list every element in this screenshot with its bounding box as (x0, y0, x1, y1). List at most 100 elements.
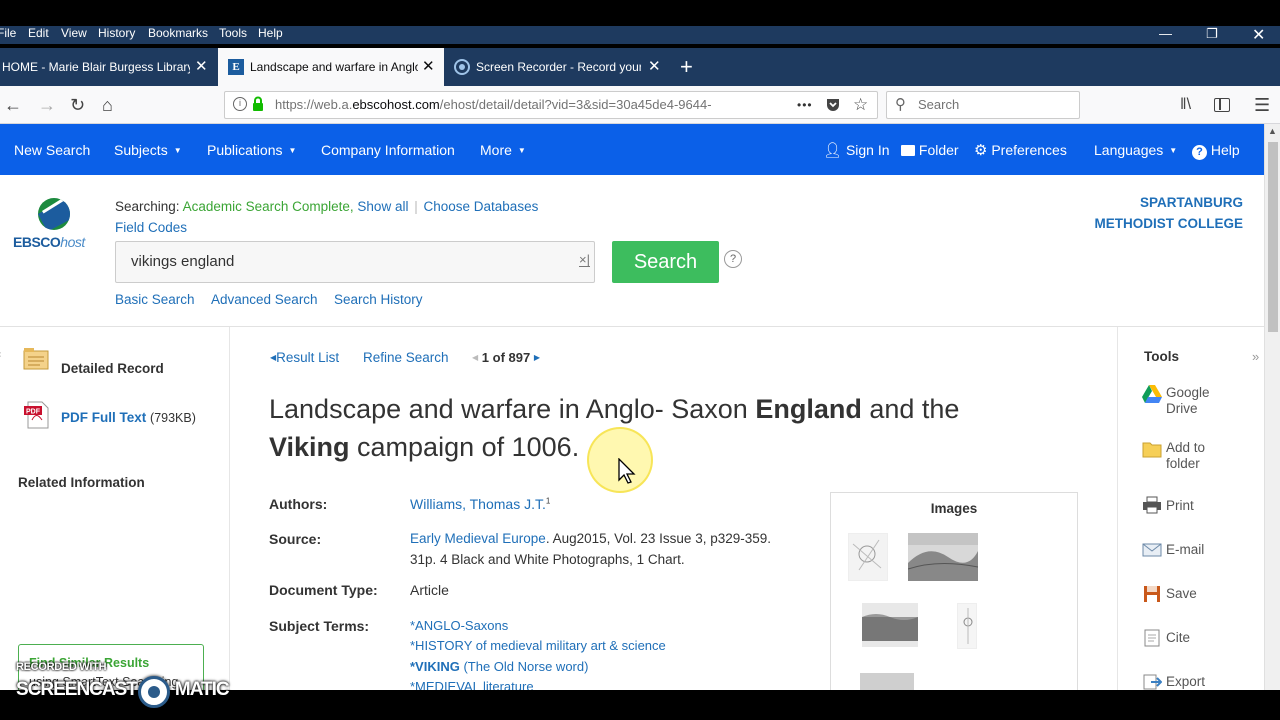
field-codes-link[interactable]: Field Codes (115, 220, 187, 235)
new-search-link[interactable]: New Search (14, 124, 90, 175)
document-type-value: Article (410, 582, 449, 598)
search-query-input[interactable]: vikings england ×| (115, 241, 595, 283)
close-tab-icon[interactable]: ✕ (422, 48, 435, 86)
url-bar[interactable]: i https://web.a.ebscohost.com/ehost/deta… (224, 91, 878, 119)
basic-search-link[interactable]: Basic Search (115, 292, 195, 307)
company-information-link[interactable]: Company Information (321, 124, 455, 175)
cite-link[interactable]: Cite (1166, 630, 1190, 645)
refine-search-link[interactable]: Refine Search (363, 350, 449, 365)
menu-file[interactable]: File (0, 26, 16, 44)
menu-bookmarks[interactable]: Bookmarks (148, 26, 208, 44)
more-menu[interactable]: More ▼ (480, 124, 526, 175)
caret-down-icon: ▼ (173, 146, 182, 155)
journal-link[interactable]: Early Medieval Europe (410, 531, 546, 546)
close-window-icon[interactable]: ✕ (1252, 25, 1265, 45)
scroll-up-icon[interactable]: ▲ (1268, 126, 1277, 136)
subject-term-link[interactable]: *MEDIEVAL literature (410, 679, 534, 690)
search-placeholder: Search (918, 97, 960, 112)
menu-edit[interactable]: Edit (28, 26, 49, 44)
tab-screen-recorder[interactable]: Screen Recorder - Record your ✕ (446, 48, 668, 86)
publications-menu[interactable]: Publications ▼ (207, 124, 296, 175)
close-tab-icon[interactable]: ✕ (648, 48, 661, 86)
searching-line: Searching: Academic Search Complete, Sho… (115, 199, 539, 214)
clear-query-icon[interactable]: ×| (579, 253, 590, 267)
tab-home-library[interactable]: HOME - Marie Blair Burgess Library ✕ (0, 48, 216, 86)
author-link[interactable]: Williams, Thomas J.T.1 (410, 496, 550, 512)
menu-view[interactable]: View (61, 26, 87, 44)
google-drive-link[interactable]: Google Drive (1166, 385, 1210, 417)
save-icon (1142, 585, 1162, 603)
image-thumbnail[interactable] (862, 603, 918, 647)
publications-label: Publications (207, 142, 283, 158)
image-thumbnail[interactable] (860, 673, 914, 690)
new-tab-icon[interactable]: + (680, 48, 693, 86)
result-list-link[interactable]: ◀Result List (270, 350, 339, 365)
info-icon[interactable]: i (233, 97, 247, 111)
menu-tools[interactable]: Tools (219, 26, 247, 44)
navigation-bar: ← → ↻ ⌂ i https://web.a.ebscohost.com/eh… (0, 86, 1280, 124)
collapse-tools-icon[interactable]: » (1252, 349, 1259, 364)
hamburger-menu-icon[interactable]: ☰ (1254, 86, 1270, 124)
lock-icon (252, 96, 264, 112)
subjects-menu[interactable]: Subjects ▼ (114, 124, 182, 175)
back-arrow-icon[interactable]: ← (4, 86, 22, 124)
export-icon (1142, 673, 1163, 690)
next-result-icon[interactable]: ▶ (534, 353, 540, 362)
record-navigation: ◀Result List (270, 350, 339, 365)
restore-icon[interactable]: ❐ (1206, 26, 1218, 42)
languages-menu[interactable]: Languages ▼ (1094, 124, 1177, 175)
source-value: Early Medieval Europe. Aug2015, Vol. 23 … (410, 531, 772, 546)
browser-search-bar[interactable]: ⚲ Search (886, 91, 1080, 119)
export-link[interactable]: Export (1166, 674, 1205, 689)
menu-history[interactable]: History (98, 26, 135, 44)
tab-label: HOME - Marie Blair Burgess Library (2, 60, 190, 74)
add-to-folder-link[interactable]: Add to folder (1166, 440, 1205, 472)
page-scrollbar[interactable]: ▲ (1264, 124, 1280, 690)
home-icon[interactable]: ⌂ (102, 86, 113, 124)
help-link[interactable]: ? Help (1192, 124, 1240, 175)
caret-down-icon: ▼ (517, 146, 526, 155)
subject-terms-label: Subject Terms: (269, 618, 370, 634)
sign-in-label: Sign In (845, 142, 890, 158)
minimize-icon[interactable]: — (1159, 26, 1172, 41)
bookmark-star-icon[interactable]: ☆ (853, 92, 868, 118)
show-all-link[interactable]: Show all (357, 199, 408, 214)
scrollbar-thumb[interactable] (1268, 142, 1278, 332)
recorder-favicon-icon (454, 59, 470, 75)
tab-label: Screen Recorder - Record your (476, 60, 641, 74)
print-link[interactable]: Print (1166, 498, 1194, 513)
page-actions-icon[interactable]: ••• (797, 92, 813, 118)
pdf-full-text-link[interactable]: PDF Full Text (793KB) (61, 410, 196, 425)
library-icon[interactable]: ‖\ (1180, 86, 1191, 124)
pocket-icon[interactable] (825, 97, 841, 113)
search-help-icon[interactable]: ? (724, 250, 742, 268)
previous-result-icon[interactable]: ◀ (472, 353, 478, 362)
pdf-icon[interactable]: PDF (22, 400, 52, 430)
caret-down-icon: ▼ (1169, 146, 1178, 155)
subject-term-link[interactable]: *ANGLO-Saxons (410, 618, 508, 633)
url-text: https://web.a.ebscohost.com/ehost/detail… (275, 97, 712, 112)
preferences-link[interactable]: ⚙ Preferences (974, 124, 1067, 175)
sign-in-link[interactable]: 👤︎ Sign In (823, 124, 890, 175)
collapse-left-icon[interactable]: ‹ (0, 349, 1, 360)
advanced-search-link[interactable]: Advanced Search (211, 292, 318, 307)
search-button[interactable]: Search (612, 241, 719, 283)
email-link[interactable]: E-mail (1166, 542, 1204, 557)
search-history-link[interactable]: Search History (334, 292, 423, 307)
menu-help[interactable]: Help (258, 26, 283, 44)
image-thumbnail[interactable] (848, 533, 888, 581)
subject-term-link[interactable]: *HISTORY of medieval military art & scie… (410, 638, 666, 653)
reload-icon[interactable]: ↻ (70, 86, 85, 124)
tab-landscape-warfare[interactable]: E Landscape and warfare in Anglo- ✕ (218, 48, 444, 86)
institution-line: SPARTANBURG (1140, 195, 1243, 210)
sidebar-icon[interactable] (1214, 98, 1230, 112)
subject-term-link[interactable]: *VIKING (The Old Norse word) (410, 659, 588, 674)
database-name: Academic Search Complete (182, 199, 350, 214)
image-thumbnail[interactable] (907, 533, 979, 581)
save-link[interactable]: Save (1166, 586, 1197, 601)
folder-link[interactable]: Folder (901, 124, 959, 175)
forward-arrow-icon[interactable]: → (38, 86, 56, 124)
close-tab-icon[interactable]: ✕ (195, 48, 208, 86)
choose-databases-link[interactable]: Choose Databases (424, 199, 539, 214)
image-thumbnail[interactable] (957, 603, 977, 649)
